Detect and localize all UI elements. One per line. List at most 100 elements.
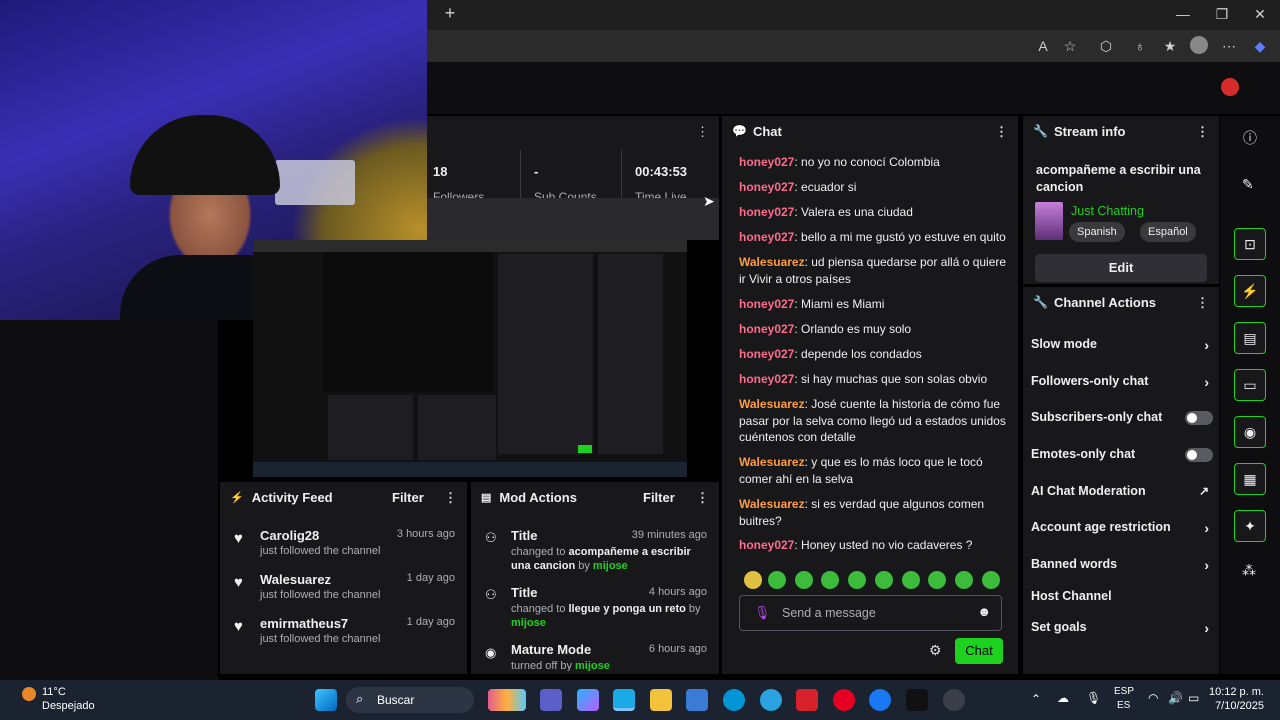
chat-username[interactable]: honey027 [739, 230, 794, 244]
follower-name[interactable]: Carolig28 [260, 528, 319, 543]
emote-icon[interactable] [902, 571, 920, 589]
community-icon[interactable]: ⁂ [1242, 562, 1256, 579]
store-icon[interactable] [686, 689, 708, 711]
mcafee-icon[interactable] [796, 689, 818, 711]
chrome-like-icon[interactable] [760, 689, 782, 711]
chat-input[interactable]: 🎙 Send a message ☻ [739, 595, 1002, 631]
chat-username[interactable]: Walesuarez [739, 397, 805, 411]
user-avatar[interactable] [1221, 78, 1239, 96]
battery-icon[interactable]: ▭ [1188, 691, 1199, 705]
settings-more-icon[interactable]: ⋯ [1219, 36, 1239, 56]
microphone-icon[interactable]: 🎙 [754, 605, 771, 621]
maximize-button[interactable]: ❐ [1212, 4, 1232, 24]
stats-menu-icon[interactable]: ⋮ [696, 124, 709, 140]
new-tab-button[interactable]: + [440, 3, 460, 23]
emote-icon[interactable] [768, 571, 786, 589]
copilot-icon[interactable]: ◆ [1250, 36, 1270, 56]
volume-icon[interactable]: 🔊 [1168, 691, 1183, 705]
subscribers-only-toggle[interactable] [1185, 411, 1213, 425]
banned-words-row[interactable]: Banned words › [1031, 557, 1213, 573]
edge-icon[interactable] [613, 689, 635, 711]
moderator-name[interactable]: mijose [593, 560, 628, 572]
taskbar-search-box[interactable]: ⌕ Buscar [346, 687, 474, 713]
chat-bubble-icon[interactable]: ▭ [1234, 369, 1266, 401]
language-top[interactable]: ESP [1114, 686, 1134, 697]
edit-stream-info-button[interactable]: Edit [1035, 254, 1207, 282]
widgets-icon[interactable] [488, 689, 526, 711]
obs-icon[interactable] [943, 689, 965, 711]
category-link[interactable]: Just Chatting [1071, 204, 1144, 218]
chat-username[interactable]: honey027 [739, 155, 794, 169]
follower-name[interactable]: emirmatheus7 [260, 616, 348, 631]
chat-settings-gear-icon[interactable]: ⚙ [929, 642, 942, 659]
teams-icon[interactable] [540, 689, 562, 711]
close-window-button[interactable]: ✕ [1250, 4, 1270, 24]
slow-mode-row[interactable]: Slow mode › [1031, 337, 1213, 353]
stream-info-menu-icon[interactable]: ⋮ [1196, 124, 1209, 140]
activity-menu-icon[interactable]: ⋮ [444, 490, 457, 506]
chat-username[interactable]: honey027 [739, 347, 794, 361]
chat-send-button[interactable]: Chat [955, 638, 1003, 664]
wrench-icon[interactable]: ✦ [1234, 510, 1266, 542]
microphone-icon[interactable]: 🎙 [1086, 691, 1101, 705]
chat-username[interactable]: honey027 [739, 322, 794, 336]
document-icon[interactable]: ▤ [1234, 322, 1266, 354]
weather-desc[interactable]: Despejado [42, 700, 95, 712]
broadcast-icon[interactable]: ◉ [1234, 416, 1266, 448]
emoji-picker-icon[interactable]: ☻ [977, 604, 991, 619]
minimize-button[interactable]: — [1173, 4, 1193, 24]
clock-time[interactable]: 10:12 p. m. [1209, 686, 1264, 698]
facebook-icon[interactable] [869, 689, 891, 711]
chat-username[interactable]: Walesuarez [739, 497, 805, 511]
host-channel-row[interactable]: Host Channel [1031, 589, 1213, 603]
emote-icon[interactable] [848, 571, 866, 589]
weather-icon[interactable] [22, 687, 36, 701]
browser-essentials-icon[interactable]: ♁ [1130, 36, 1150, 56]
chat-username[interactable]: honey027 [739, 297, 794, 311]
weather-temp[interactable]: 11°C [42, 686, 66, 698]
ai-chat-moderation-row[interactable]: AI Chat Moderation ↗ [1031, 484, 1213, 498]
emote-icon[interactable] [955, 571, 973, 589]
copilot-app-icon[interactable] [577, 689, 599, 711]
mod-menu-icon[interactable]: ⋮ [696, 490, 709, 506]
chat-username[interactable]: Walesuarez [739, 255, 805, 269]
extensions-icon[interactable]: ⬡ [1096, 36, 1116, 56]
moderator-name[interactable]: mijose [511, 617, 546, 629]
chat-username[interactable]: Walesuarez [739, 455, 805, 469]
emote-icon[interactable] [821, 571, 839, 589]
profile-avatar[interactable] [1190, 36, 1208, 54]
emote-icon[interactable] [875, 571, 893, 589]
chat-username[interactable]: honey027 [739, 538, 794, 552]
pencil-icon[interactable]: ✎ [1242, 176, 1254, 193]
read-aloud-icon[interactable]: A [1033, 36, 1053, 56]
tag-pill[interactable]: Español [1140, 222, 1196, 242]
account-age-restriction-row[interactable]: Account age restriction › [1031, 520, 1213, 536]
lightning-icon[interactable]: ⚡ [1234, 275, 1266, 307]
chat-username[interactable]: honey027 [739, 372, 794, 386]
file-explorer-icon[interactable] [650, 689, 672, 711]
channel-actions-menu-icon[interactable]: ⋮ [1196, 295, 1209, 311]
windows-start-icon[interactable] [315, 689, 337, 711]
chat-username[interactable]: honey027 [739, 205, 794, 219]
pinterest-icon[interactable] [833, 689, 855, 711]
activity-filter-button[interactable]: Filter [392, 490, 424, 505]
tag-pill[interactable]: Spanish [1069, 222, 1125, 242]
follower-name[interactable]: Walesuarez [260, 572, 331, 587]
emote-icon[interactable] [795, 571, 813, 589]
favorites-icon[interactable]: ★ [1160, 36, 1180, 56]
emotes-only-toggle[interactable] [1185, 448, 1213, 462]
language-bottom[interactable]: ES [1117, 700, 1130, 711]
emote-icon[interactable] [982, 571, 1000, 589]
set-goals-row[interactable]: Set goals › [1031, 620, 1213, 636]
hp-icon[interactable] [723, 689, 745, 711]
capture-icon[interactable]: ⊡ [1234, 228, 1266, 260]
layout-icon[interactable]: ▦ [1234, 463, 1266, 495]
moderator-name[interactable]: mijose [575, 660, 610, 671]
followers-only-row[interactable]: Followers-only chat › [1031, 374, 1213, 390]
emote-icon[interactable] [744, 571, 762, 589]
clock-date[interactable]: 7/10/2025 [1215, 700, 1264, 712]
chat-menu-icon[interactable]: ⋮ [995, 124, 1008, 140]
chevron-up-icon[interactable]: ⌃ [1031, 692, 1041, 706]
onedrive-icon[interactable]: ☁ [1057, 691, 1069, 705]
info-icon[interactable]: ⓘ [1243, 128, 1257, 148]
